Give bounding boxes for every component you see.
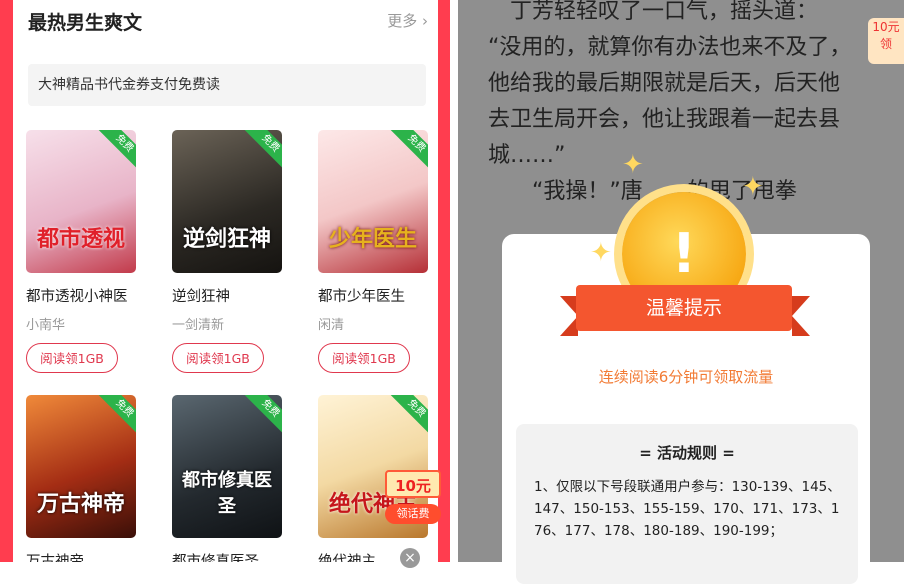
book-cover[interactable]: 免费 逆剑狂神 <box>172 130 282 273</box>
story-text: 丁芳轻轻叹了一口气，摇头道： “没用的，就算你有办法也来不及了， 他给我的最后期… <box>488 0 888 210</box>
book-title[interactable]: 逆剑狂神 <box>172 285 284 306</box>
coupon-amount: 10元 <box>385 470 441 498</box>
book-author: 小南华 <box>26 318 66 333</box>
book-card[interactable]: 免费 都市透视 都市透视小神医 小南华 阅读领1GB <box>26 130 138 373</box>
sparkle-icon: ✦ <box>622 150 644 180</box>
story-line: 丁芳轻轻叹了一口气，摇头道： <box>510 0 819 24</box>
side-coupon-label: 领 <box>879 37 892 51</box>
story-line: “没用的，就算你有办法也来不及了， <box>488 35 852 60</box>
cover-title: 都市透视 <box>36 227 125 252</box>
read-claim-button[interactable]: 阅读领1GB <box>26 343 118 373</box>
free-tag: 免费 <box>97 395 136 436</box>
free-tag: 免费 <box>389 130 428 171</box>
book-cover[interactable]: 免费 都市修真医圣 <box>172 395 282 538</box>
rules-box: = 活动规则 = 1、仅限以下号段联通用户参与：130-139、145、147、… <box>516 424 858 584</box>
side-coupon[interactable]: 10元 领 <box>868 18 904 64</box>
promo-banner[interactable]: 大神精品书代金券支付免费读 <box>28 64 426 106</box>
cover-title: 少年医生 <box>328 227 417 252</box>
sparkle-icon: ✦ <box>742 172 764 202</box>
phone-credit-coupon[interactable]: 10元 领话费 <box>385 470 445 532</box>
book-author: 一剑清新 <box>172 318 225 333</box>
exclamation-icon: ! <box>671 222 697 285</box>
story-line: 城……” <box>488 143 566 168</box>
cover-title: 逆剑狂神 <box>182 227 271 252</box>
coupon-label: 领话费 <box>385 504 441 524</box>
book-title[interactable]: 都市修真医圣 <box>172 550 284 562</box>
free-tag: 免费 <box>243 130 282 171</box>
dialog-notice: 连续阅读6分钟可领取流量 <box>598 368 774 386</box>
story-line: 他给我的最后期限就是后天，后天他 <box>488 71 841 96</box>
book-cover[interactable]: 免费 少年医生 <box>318 130 428 273</box>
sparkle-icon: ✦ <box>590 238 612 268</box>
book-author: 闲清 <box>318 318 345 333</box>
section-title: 最热男生爽文 <box>28 12 143 34</box>
story-line: 去卫生局开会，他让我跟着一起去县 <box>488 107 841 132</box>
free-tag: 免费 <box>389 395 428 436</box>
chevron-right-icon: › <box>417 12 428 30</box>
book-card[interactable]: 免费 逆剑狂神 逆剑狂神 一剑清新 阅读领1GB <box>172 130 284 373</box>
more-link[interactable]: 更多 › <box>387 10 428 31</box>
ribbon-tail-right <box>792 296 810 336</box>
more-label: 更多 <box>387 12 418 30</box>
dialog-title: 温馨提示 <box>576 285 792 331</box>
free-tag: 免费 <box>243 395 282 436</box>
book-list-panel: 最热男生爽文 更多 › 大神精品书代金券支付免费读 免费 都市透视 都市透视小神… <box>13 0 438 562</box>
cover-title: 万古神帝 <box>36 492 125 517</box>
free-tag: 免费 <box>97 130 136 171</box>
book-cover[interactable]: 免费 都市透视 <box>26 130 136 273</box>
read-claim-button[interactable]: 阅读领1GB <box>172 343 264 373</box>
side-coupon-amount: 10元 <box>872 20 900 34</box>
book-title[interactable]: 都市透视小神医 <box>26 285 138 306</box>
book-card[interactable]: 免费 少年医生 都市少年医生 闲清 阅读领1GB <box>318 130 430 373</box>
close-icon[interactable]: × <box>400 548 420 568</box>
read-claim-button[interactable]: 阅读领1GB <box>318 343 410 373</box>
book-card[interactable]: 免费 万古神帝 万古神帝 <box>26 395 138 562</box>
book-cover[interactable]: 免费 万古神帝 <box>26 395 136 538</box>
book-title[interactable]: 万古神帝 <box>26 550 138 562</box>
rules-title: = 活动规则 = <box>639 444 735 462</box>
book-card[interactable]: 免费 都市修真医圣 都市修真医圣 <box>172 395 284 562</box>
book-title[interactable]: 都市少年医生 <box>318 285 430 306</box>
rules-text: 1、仅限以下号段联通用户参与：130-139、145、147、150-153、1… <box>534 479 841 539</box>
cover-title: 都市修真医圣 <box>182 470 272 517</box>
